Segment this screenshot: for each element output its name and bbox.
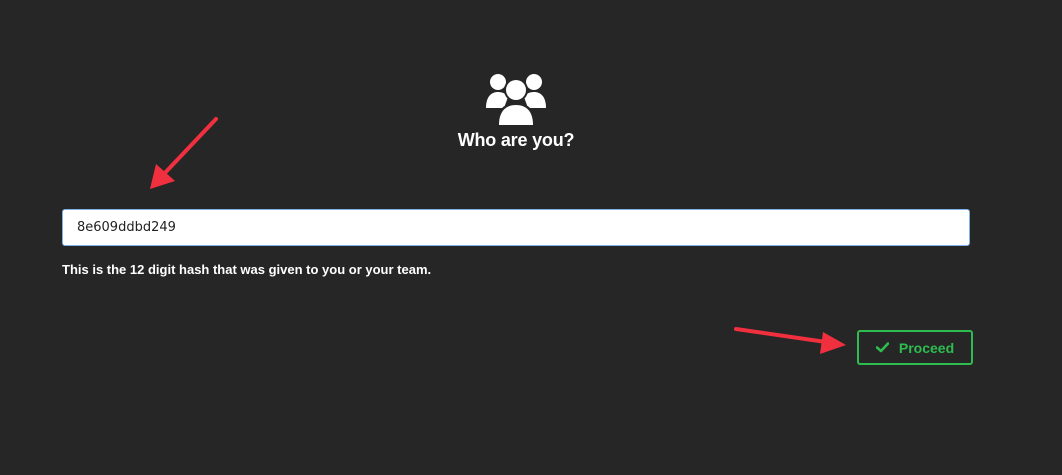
page-title: Who are you? (457, 130, 575, 150)
users-group-icon (486, 74, 546, 126)
hash-helper-text: This is the 12 digit hash that was given… (62, 262, 432, 277)
hash-input[interactable] (62, 209, 970, 246)
arrow-to-proceed-icon (734, 327, 846, 354)
proceed-label: Proceed (898, 339, 955, 356)
check-icon (875, 342, 889, 353)
proceed-button[interactable]: Proceed (857, 330, 973, 365)
